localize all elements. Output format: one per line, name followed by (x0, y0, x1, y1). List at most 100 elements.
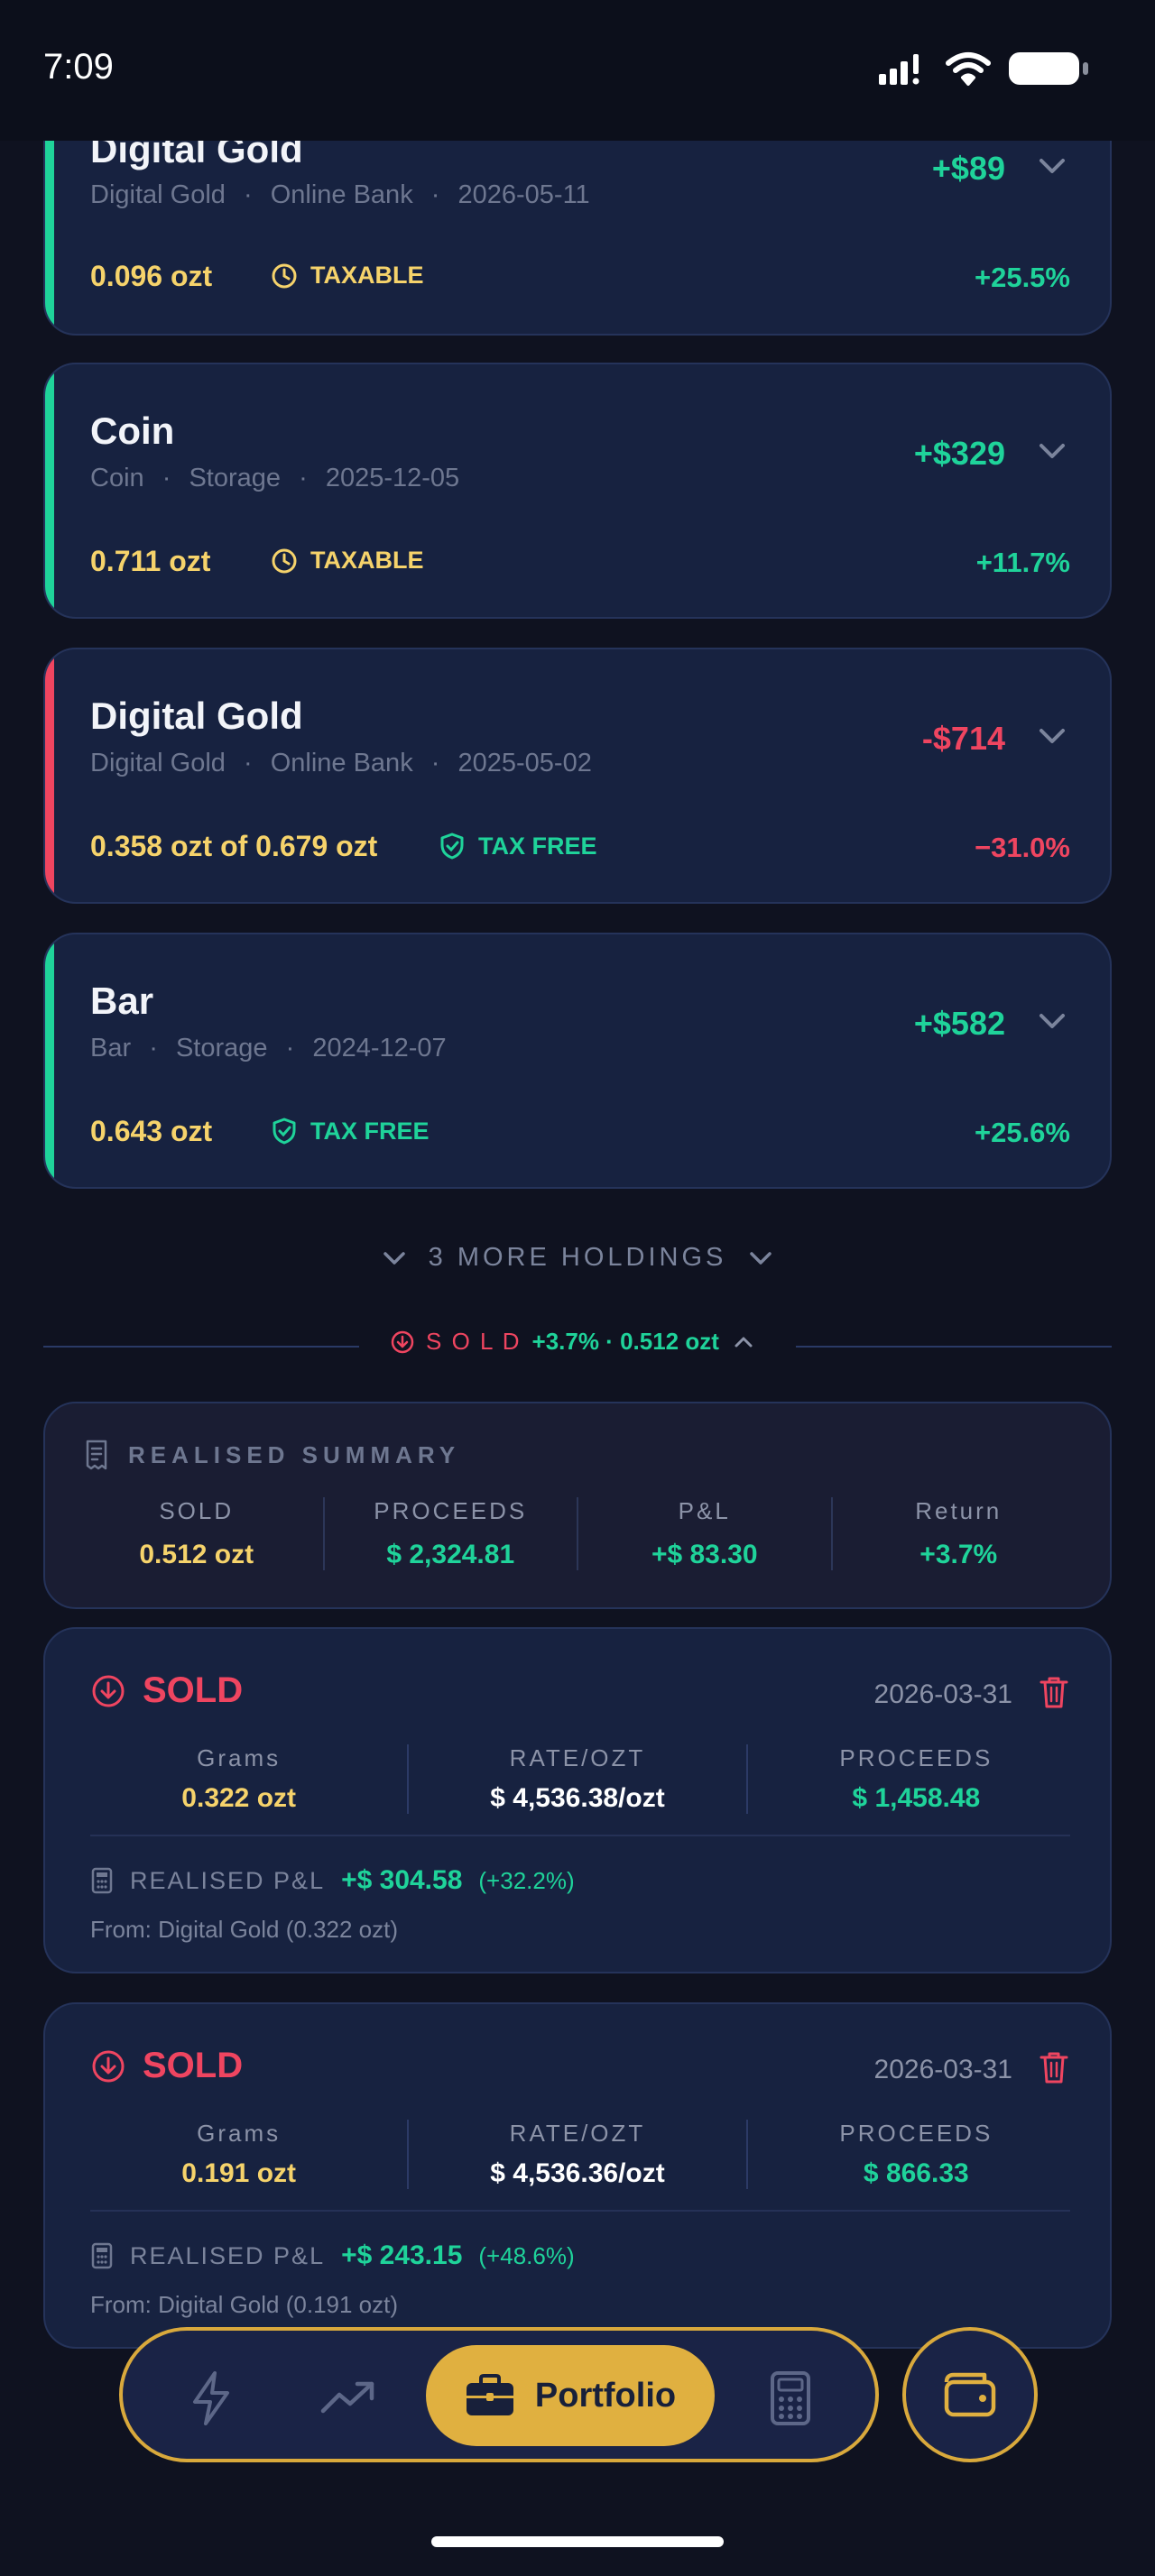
holding-amount: +$329 (913, 435, 1005, 472)
holding-type: Coin (90, 464, 144, 492)
sold-entry-header: SOLD (90, 1670, 243, 1711)
summary-sold: SOLD 0.512 ozt (70, 1497, 325, 1570)
holding-amount: -$714 (921, 720, 1005, 757)
chevron-down-icon[interactable] (1034, 1003, 1070, 1039)
holding-percent: +25.5% (974, 262, 1070, 293)
pnl-value: +$ 304.58 (341, 1865, 463, 1895)
holding-location: Online Bank (270, 180, 413, 209)
pnl-label: REALISED P&L (130, 2241, 326, 2269)
receipt-icon (86, 1440, 107, 1470)
realised-pnl-row: REALISED P&L +$ 304.58 (+32.2%) (90, 1865, 575, 1896)
stat-value: $ 4,536.38/ozt (490, 1783, 665, 1813)
briefcase-icon (466, 2374, 513, 2415)
stat-label: RATE/OZT (509, 2120, 646, 2147)
arrow-down-circle-icon (391, 1330, 414, 1353)
holding-location: Online Bank (270, 749, 413, 777)
divider (43, 1346, 359, 1348)
realised-summary-title: REALISED SUMMARY (128, 1441, 461, 1468)
arrow-down-circle-icon (92, 1675, 125, 1707)
summary-pnl: P&L +$ 83.30 (578, 1497, 833, 1570)
stat-rate: RATE/OZT $ 4,536.36/ozt (409, 2120, 748, 2189)
separator: · (149, 1034, 158, 1063)
divider (90, 2210, 1070, 2212)
stat-value: $ 4,536.36/ozt (490, 2158, 665, 2188)
divider (90, 1835, 1070, 1836)
holding-quantity: 0.643 ozt (90, 1115, 213, 1147)
clock-icon (272, 263, 297, 288)
trend-up-icon[interactable] (319, 2369, 377, 2427)
card-accent (45, 364, 54, 617)
tax-label: TAX FREE (310, 1117, 430, 1145)
realised-summary-stats: SOLD 0.512 ozt PROCEEDS $ 2,324.81 P&L +… (70, 1497, 1085, 1570)
chevron-up-icon (735, 1337, 753, 1347)
trash-icon[interactable] (1038, 2049, 1070, 2085)
holding-subtitle: Bar · Storage · 2024-12-07 (90, 1034, 447, 1063)
holding-percent: +11.7% (975, 547, 1070, 578)
more-holdings-button[interactable]: 3 MORE HOLDINGS (0, 1243, 1155, 1273)
calculator-icon[interactable] (769, 2369, 812, 2427)
stat-rate: RATE/OZT $ 4,536.38/ozt (409, 1744, 748, 1814)
stat-value: +$ 83.30 (651, 1540, 758, 1569)
signal-icon (879, 54, 919, 85)
stat-proceeds: PROCEEDS $ 1,458.48 (748, 1744, 1085, 1814)
stat-label: Grams (197, 1744, 282, 1771)
sold-entry-label: SOLD (143, 1670, 244, 1710)
sold-entry-card[interactable]: SOLD 2026-03-31 Grams 0.322 ozt RATE/OZT… (43, 1627, 1112, 1973)
sold-section-toggle[interactable]: S O L D +3.7% · 0.512 ozt (390, 1328, 757, 1356)
holding-card[interactable]: Coin Coin · Storage · 2025-12-05 +$329 0… (43, 363, 1112, 619)
holding-subtitle: Digital Gold · Online Bank · 2025-05-02 (90, 749, 592, 778)
sold-entry-header: SOLD (90, 2046, 243, 2086)
holding-date: 2025-05-02 (457, 749, 592, 777)
wallet-button[interactable] (902, 2327, 1038, 2462)
stat-label: PROCEEDS (374, 1497, 528, 1524)
separator: · (243, 180, 253, 209)
tax-badge: TAXABLE (271, 262, 424, 290)
chevron-down-icon[interactable] (1034, 718, 1070, 754)
holding-title: Bar (90, 980, 154, 1022)
holding-amount: +$582 (913, 1005, 1005, 1042)
stat-label: Return (915, 1497, 1003, 1524)
arrow-down-circle-icon (92, 2050, 125, 2082)
chevron-down-icon (750, 1251, 772, 1265)
holding-card[interactable]: Digital Gold Digital Gold · Online Bank … (43, 648, 1112, 904)
stat-label: RATE/OZT (509, 1744, 646, 1771)
card-accent (45, 934, 54, 1187)
stat-value: $ 2,324.81 (386, 1540, 515, 1569)
holding-type: Digital Gold (90, 180, 226, 209)
sold-section-label: S O L D (426, 1328, 522, 1355)
chevron-down-icon[interactable] (1034, 148, 1070, 184)
holding-percent: +25.6% (974, 1117, 1070, 1148)
holding-date: 2026-05-11 (457, 180, 590, 209)
pnl-label: REALISED P&L (130, 1866, 326, 1894)
pnl-value: +$ 243.15 (341, 2240, 463, 2270)
summary-proceeds: PROCEEDS $ 2,324.81 (325, 1497, 578, 1570)
calculator-icon (91, 1867, 113, 1894)
holding-amount: +$89 (931, 150, 1005, 187)
trash-icon[interactable] (1038, 1674, 1070, 1710)
separator: · (243, 749, 253, 777)
holding-card[interactable]: Bar Bar · Storage · 2024-12-07 +$582 0.6… (43, 933, 1112, 1189)
holding-date: 2024-12-07 (312, 1034, 447, 1063)
tax-badge: TAX FREE (271, 1117, 430, 1145)
status-bar: 7:09 (0, 0, 1155, 141)
tax-label: TAXABLE (310, 547, 424, 574)
sold-entry-label: SOLD (143, 2046, 244, 2085)
pnl-percent: (+48.6%) (478, 2241, 575, 2269)
tax-badge: TAXABLE (271, 547, 424, 575)
home-indicator[interactable] (431, 2536, 724, 2547)
tax-badge: TAX FREE (439, 832, 597, 860)
tax-label: TAXABLE (310, 262, 424, 289)
lightning-icon[interactable] (186, 2369, 236, 2427)
tax-label: TAX FREE (478, 832, 597, 860)
stat-value: 0.191 ozt (181, 2158, 297, 2188)
nav-portfolio[interactable]: Portfolio (426, 2345, 715, 2446)
chevron-down-icon[interactable] (1034, 433, 1070, 469)
holding-title: Digital Gold (90, 695, 303, 737)
realised-pnl-row: REALISED P&L +$ 243.15 (+48.6%) (90, 2240, 575, 2271)
sold-entry-card[interactable]: SOLD 2026-03-31 Grams 0.191 ozt RATE/OZT… (43, 2002, 1112, 2349)
stat-value: +3.7% (919, 1540, 998, 1569)
sold-entry-stats: Grams 0.322 ozt RATE/OZT $ 4,536.38/ozt … (70, 1744, 1085, 1814)
stat-value: $ 1,458.48 (852, 1783, 981, 1813)
stat-label: Grams (197, 2120, 282, 2147)
card-accent (45, 649, 54, 902)
